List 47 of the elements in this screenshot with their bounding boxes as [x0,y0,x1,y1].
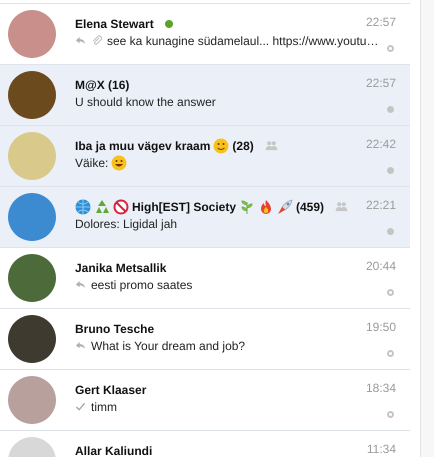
message-time: 11:34 [366,442,396,456]
conversation-row[interactable]: High[EST] Society (459) Dolores: Ligidal jah 22:21 [0,187,410,248]
grinning-face-icon [111,154,128,170]
message-time: 22:57 [366,76,396,90]
avatar-photo-placeholder [8,315,56,363]
chat-name: High[EST] Society [132,200,236,214]
checkmark-icon [75,401,86,412]
no-under-18-icon [113,198,129,214]
message-preview: What is Your dream and job? [91,338,246,352]
chat-name: Elena Stewart [75,16,154,30]
avatar-photo-placeholder [8,193,56,241]
reply-arrow-icon [75,340,86,351]
chat-name: Janika Metsallik [75,260,166,274]
rocket-icon [277,198,294,214]
chat-name: Allar Kaliundi [75,444,152,457]
recycle-icon [94,198,110,214]
conversation-row[interactable]: M@X (16) U should know the answer 22:57 [0,65,410,126]
message-preview: U should know the answer [75,94,216,108]
avatar-photo-placeholder [8,71,56,119]
reply-arrow-icon [75,35,86,46]
reply-arrow-icon [75,279,86,290]
herb-icon [239,198,256,214]
chat-name: (28) [232,138,254,152]
avatar-photo-placeholder [8,254,56,302]
chat-name: Gert Klaaser [75,382,146,396]
message-time: 18:34 [366,381,396,395]
avatar-photo-placeholder [8,10,56,58]
chat-name: Bruno Tesche [75,322,154,336]
message-preview: Väike: [75,156,108,170]
chat-name: M@X (16) [75,78,130,92]
message-preview: Dolores: Ligidal jah [75,216,178,230]
chat-name: (459) [296,200,324,214]
conversation-row[interactable]: Iba ja muu vägev kraam (28) Väike: 22:42 [0,126,410,187]
chat-name: Iba ja muu vägev kraam [75,138,210,152]
message-preview: timm [91,400,117,414]
message-preview: see ka kunagine südamelaul... https://www.youtu… [107,34,378,48]
message-time: 20:44 [366,259,396,273]
message-preview: eesti promo saates [91,278,192,292]
message-time: 22:21 [366,198,396,212]
globe-icon [75,198,91,214]
smiling-face-icon [213,138,230,154]
avatar-photo-placeholder [8,132,56,180]
message-time: 19:50 [366,320,396,334]
paperclip-icon [91,35,102,46]
avatar-photo-placeholder [8,376,56,424]
message-time: 22:42 [366,137,396,151]
message-time: 22:57 [366,15,396,29]
